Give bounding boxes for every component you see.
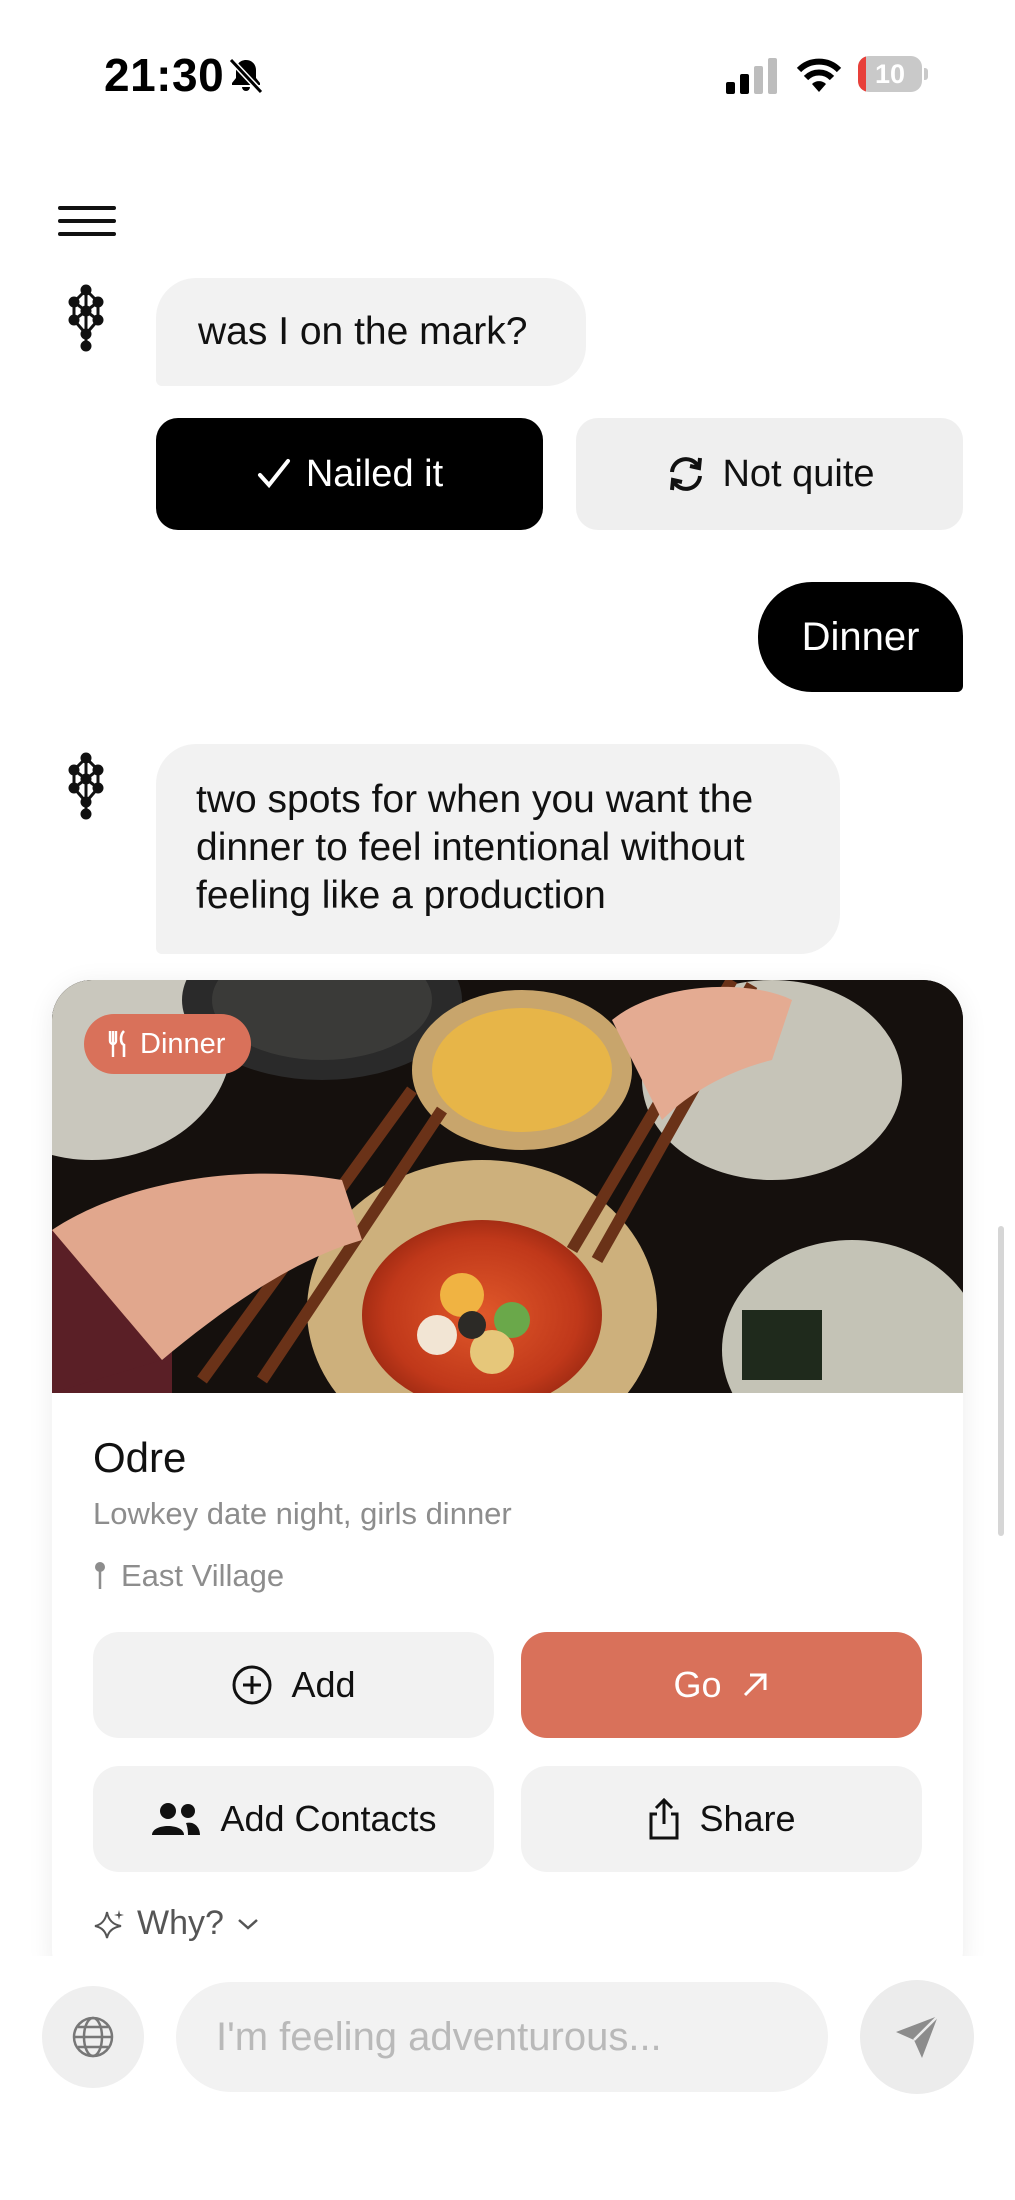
check-icon: [257, 459, 290, 489]
wifi-icon: [796, 58, 842, 92]
place-name: Odre: [93, 1434, 187, 1481]
place-description: Lowkey date night, girls dinner: [93, 1496, 512, 1531]
not-quite-button[interactable]: Not quite: [576, 418, 963, 530]
send-button[interactable]: [860, 1980, 974, 2094]
globe-icon: [72, 2016, 114, 2058]
why-toggle[interactable]: Why?: [93, 1904, 260, 1943]
not-quite-label: Not quite: [722, 452, 875, 495]
status-bar: 21:30 10: [0, 0, 1015, 150]
bot-avatar-icon: [68, 752, 104, 820]
bot-answer-line: feeling like a production: [196, 874, 606, 917]
place-card[interactable]: Dinner Odre Lowkey date night, girls din…: [52, 980, 963, 1990]
category-tag: Dinner: [84, 1014, 252, 1074]
place-location: East Village: [93, 1558, 284, 1594]
battery-level: 10: [874, 59, 906, 89]
battery-icon: 10: [858, 56, 928, 92]
add-button[interactable]: Add: [93, 1632, 494, 1738]
bell-slash-icon: [228, 57, 264, 95]
arrow-up-right-icon: [743, 1673, 767, 1697]
location-pin-icon: [95, 1562, 105, 1589]
contacts-icon: [152, 1803, 201, 1835]
fork-knife-icon: [108, 1030, 126, 1057]
why-label: Why?: [137, 1904, 224, 1942]
share-icon: [649, 1798, 679, 1840]
signal-icon: [726, 58, 777, 94]
share-label: Share: [699, 1798, 796, 1839]
plus-circle-icon: [232, 1665, 272, 1705]
user-message: Dinner: [758, 582, 963, 692]
sparkle-icon: [94, 1909, 124, 1938]
nailed-it-label: Nailed it: [305, 452, 444, 495]
chevron-down-icon: [238, 1918, 258, 1930]
refresh-icon: [670, 457, 703, 491]
place-location-label: East Village: [121, 1558, 285, 1593]
bot-message-question: was I on the mark?: [156, 278, 586, 386]
bot-message-text: was I on the mark?: [198, 310, 528, 353]
scrollbar[interactable]: [998, 1226, 1004, 1536]
status-time: 21:30: [104, 49, 225, 101]
bot-avatar-icon: [68, 284, 104, 352]
bot-answer-line: two spots for when you want the: [196, 778, 754, 821]
go-label: Go: [673, 1664, 722, 1705]
globe-button[interactable]: [42, 1986, 144, 2088]
add-contacts-button[interactable]: Add Contacts: [93, 1766, 494, 1872]
user-message-text: Dinner: [801, 615, 920, 659]
send-icon: [896, 2015, 939, 2058]
hamburger-menu-icon[interactable]: [58, 204, 116, 238]
bot-answer-line: dinner to feel intentional without: [196, 826, 745, 869]
add-contacts-label: Add Contacts: [220, 1798, 437, 1839]
category-tag-label: Dinner: [140, 1027, 226, 1060]
composer: [0, 1956, 1015, 2200]
share-button[interactable]: Share: [521, 1766, 922, 1872]
bot-message-answer: two spots for when you want the dinner t…: [156, 744, 840, 954]
message-input[interactable]: [176, 1982, 828, 2092]
add-label: Add: [291, 1664, 356, 1705]
go-button[interactable]: Go: [521, 1632, 922, 1738]
nailed-it-button[interactable]: Nailed it: [156, 418, 543, 530]
